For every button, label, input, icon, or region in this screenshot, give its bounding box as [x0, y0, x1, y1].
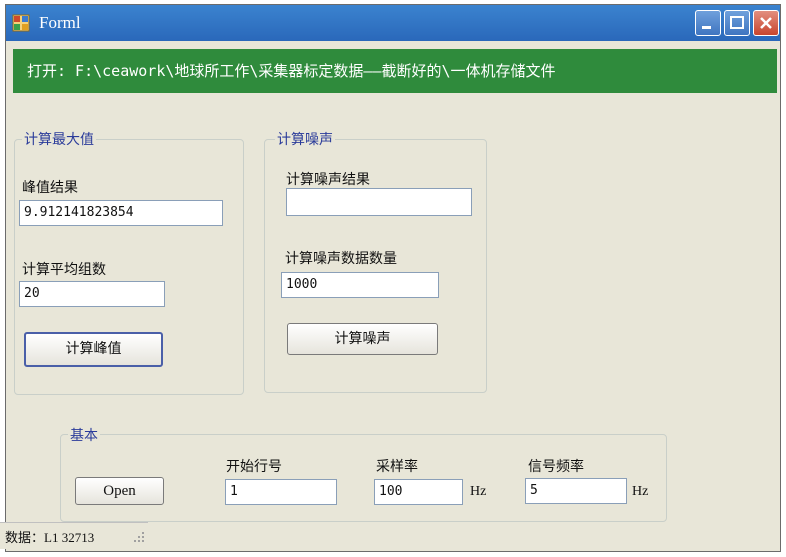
noise-group-legend: 计算噪声	[275, 129, 335, 149]
noise-result-field[interactable]	[286, 188, 472, 216]
sample-rate-unit: Hz	[470, 484, 487, 499]
signal-freq-unit: Hz	[632, 484, 649, 499]
minimize-icon	[702, 26, 711, 29]
peak-result-field[interactable]: 9.912141823854	[19, 200, 223, 226]
compute-noise-button[interactable]: 计算噪声	[287, 323, 438, 355]
signal-freq-field[interactable]: 5	[525, 478, 627, 504]
maximize-button[interactable]	[724, 10, 750, 36]
avg-count-label: 计算平均组数	[22, 262, 106, 278]
peak-result-label: 峰值结果	[22, 180, 78, 196]
basic-group-legend: 基本	[68, 425, 100, 445]
status-bar: 数据：L1 32713	[0, 522, 148, 549]
noise-count-field[interactable]: 1000	[281, 272, 439, 298]
app-icon	[12, 14, 30, 32]
file-path-banner: 打开: F:\ceawork\地球所工作\采集器标定数据——截断好的\一体机存储…	[13, 49, 777, 93]
compute-peak-button[interactable]: 计算峰值	[24, 332, 163, 367]
title-bar[interactable]: Forml	[6, 5, 780, 41]
peak-group-legend: 计算最大值	[22, 129, 96, 149]
maximize-icon	[730, 16, 744, 29]
status-text: 数据：L1 32713	[5, 530, 95, 545]
close-button[interactable]	[753, 10, 779, 36]
close-icon	[760, 17, 772, 29]
noise-count-label: 计算噪声数据数量	[285, 251, 397, 267]
resize-grip-icon[interactable]	[132, 530, 146, 544]
sample-rate-field[interactable]: 100	[374, 479, 463, 505]
open-button[interactable]: Open	[75, 477, 164, 505]
window-title: Forml	[39, 13, 81, 32]
noise-result-label: 计算噪声结果	[286, 172, 370, 188]
avg-count-field[interactable]: 20	[19, 281, 165, 307]
start-row-label: 开始行号	[226, 459, 282, 475]
signal-freq-label: 信号频率	[528, 459, 584, 475]
sample-rate-label: 采样率	[376, 459, 418, 475]
start-row-field[interactable]: 1	[225, 479, 337, 505]
minimize-button[interactable]	[695, 10, 721, 36]
